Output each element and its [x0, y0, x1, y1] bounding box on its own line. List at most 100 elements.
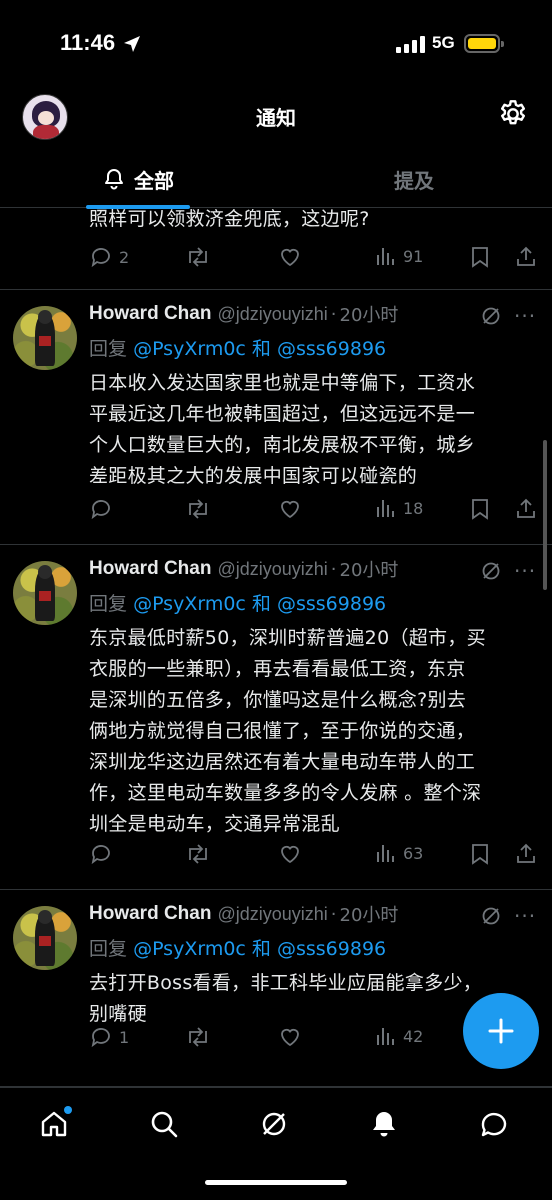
- post-time: 20小时: [339, 560, 399, 581]
- reply-count: 1: [119, 1027, 130, 1047]
- post-text-line: 衣服的一些兼职），再去看看最低工资，东京: [89, 658, 466, 680]
- post-text-line: 东京最低时薪50，深圳时薪普遍20（超市，买: [89, 627, 486, 649]
- like-button[interactable]: [278, 1025, 302, 1049]
- post-actions: 63: [0, 836, 552, 876]
- post-text: 东京最低时薪50，深圳时薪普遍20（超市，买 衣服的一些兼职），再去看看最低工资…: [89, 623, 544, 840]
- reply-button[interactable]: [89, 842, 113, 866]
- mention-link[interactable]: @PsyXrm0c: [133, 938, 246, 960]
- retweet-button[interactable]: [185, 842, 211, 866]
- author-name[interactable]: Howard Chan: [89, 558, 211, 580]
- mention-link[interactable]: @sss69896: [277, 593, 386, 615]
- post-text-line: 照样可以领救济金兜底，这边呢?: [89, 209, 370, 230]
- reply-button[interactable]: 2: [89, 245, 129, 269]
- post-meta: Howard Chan @jdziyouyizhi · 20小时: [89, 903, 399, 926]
- mention-link[interactable]: @sss69896: [277, 938, 386, 960]
- bottom-nav: [0, 1087, 552, 1200]
- views-icon: [377, 500, 394, 517]
- reply-icon: [91, 845, 110, 865]
- views-button[interactable]: 42: [375, 1025, 423, 1047]
- post-card[interactable]: Howard Chan @jdziyouyizhi · 20小时 ··· 回复 …: [0, 290, 552, 545]
- author-name[interactable]: Howard Chan: [89, 903, 211, 925]
- tab-mentions[interactable]: 提及: [360, 150, 468, 208]
- grok-icon[interactable]: [479, 304, 503, 328]
- nav-search[interactable]: [144, 1104, 184, 1144]
- grok-icon: [262, 1112, 286, 1136]
- tab-all[interactable]: 全部: [86, 150, 190, 209]
- like-button[interactable]: [278, 497, 302, 521]
- status-time: 11:46: [60, 30, 116, 55]
- notification-dot: [64, 1106, 72, 1114]
- top-header: 通知: [0, 90, 552, 142]
- bookmark-button[interactable]: [469, 245, 491, 269]
- more-options-icon[interactable]: ···: [514, 904, 536, 928]
- compose-button[interactable]: [463, 993, 539, 1069]
- gear-icon[interactable]: [497, 98, 529, 130]
- notification-feed[interactable]: 照样可以领救济金兜底，这边呢? 2 91 Howard Chan @jdziyo…: [0, 209, 552, 1087]
- retweet-button[interactable]: [185, 245, 211, 269]
- page-title: 通知: [256, 106, 296, 130]
- retweet-button[interactable]: [185, 1025, 211, 1049]
- author-name[interactable]: Howard Chan: [89, 303, 211, 325]
- author-avatar[interactable]: [13, 561, 77, 625]
- scrollbar[interactable]: [543, 440, 547, 590]
- reply-icon: [91, 248, 110, 268]
- views-icon: [377, 845, 394, 862]
- mention-link[interactable]: @sss69896: [277, 338, 386, 360]
- author-avatar[interactable]: [13, 306, 77, 370]
- views-button[interactable]: 18: [375, 497, 423, 519]
- retweet-icon: [189, 499, 207, 519]
- bookmark-button[interactable]: [469, 842, 491, 866]
- views-button[interactable]: 63: [375, 842, 423, 864]
- home-indicator: [205, 1180, 347, 1185]
- post-text-line: 是深圳的五倍多，你懂吗这是什么概念?别去: [89, 689, 467, 711]
- grok-icon[interactable]: [479, 904, 503, 928]
- share-button[interactable]: [514, 245, 538, 269]
- more-options-icon[interactable]: ···: [514, 559, 536, 583]
- share-icon: [517, 498, 535, 518]
- mention-link[interactable]: @PsyXrm0c: [133, 593, 246, 615]
- post-text-line: 俩地方就觉得自己很懂了，至于你说的交通，: [89, 720, 476, 742]
- post-time: 20小时: [339, 905, 399, 926]
- retweet-icon: [189, 844, 207, 864]
- mention-link[interactable]: @PsyXrm0c: [133, 338, 246, 360]
- post-text-line: 去打开Boss看看，非工科毕业应届能拿多少，: [89, 972, 483, 994]
- like-button[interactable]: [278, 245, 302, 269]
- share-button[interactable]: [514, 842, 538, 866]
- bell-icon: [373, 1112, 395, 1137]
- plus-icon: [488, 1018, 514, 1044]
- reply-button[interactable]: [89, 497, 113, 521]
- retweet-button[interactable]: [185, 497, 211, 521]
- nav-home[interactable]: [34, 1104, 74, 1144]
- post-card[interactable]: Howard Chan @jdziyouyizhi · 20小时 ··· 回复 …: [0, 545, 552, 890]
- post-card[interactable]: Howard Chan @jdziyouyizhi · 20小时 ··· 回复 …: [0, 890, 552, 1087]
- views-count: 63: [403, 843, 424, 863]
- share-button[interactable]: [514, 497, 538, 521]
- like-button[interactable]: [278, 842, 302, 866]
- post-text: 照样可以领救济金兜底，这边呢?: [89, 209, 544, 235]
- more-options-icon[interactable]: ···: [514, 304, 536, 328]
- nav-notifications[interactable]: [364, 1104, 404, 1144]
- author-avatar[interactable]: [13, 906, 77, 970]
- author-handle[interactable]: @jdziyouyizhi: [217, 304, 327, 325]
- heart-icon: [281, 500, 299, 519]
- views-button[interactable]: 91: [375, 245, 423, 267]
- bookmark-icon: [472, 247, 488, 268]
- nav-messages[interactable]: [474, 1104, 514, 1144]
- heart-icon: [281, 845, 299, 864]
- notification-tabs: 全部 提及: [0, 150, 552, 209]
- views-icon: [377, 1028, 394, 1045]
- author-handle[interactable]: @jdziyouyizhi: [217, 904, 327, 925]
- nav-grok[interactable]: [254, 1104, 294, 1144]
- grok-icon[interactable]: [479, 559, 503, 583]
- mention-and: 和: [251, 938, 271, 960]
- author-handle[interactable]: @jdziyouyizhi: [217, 559, 327, 580]
- post-card[interactable]: 照样可以领救济金兜底，这边呢? 2 91: [0, 209, 552, 290]
- reply-button[interactable]: 1: [89, 1025, 129, 1049]
- heart-icon: [281, 248, 299, 267]
- views-count: 91: [403, 246, 424, 266]
- bookmark-button[interactable]: [469, 497, 491, 521]
- post-text-line: 差距极其之大的发展中国家可以碰瓷的: [89, 465, 418, 487]
- views-count: 42: [403, 1026, 424, 1046]
- location-arrow-icon: [124, 36, 140, 52]
- signal-icon: [396, 35, 425, 53]
